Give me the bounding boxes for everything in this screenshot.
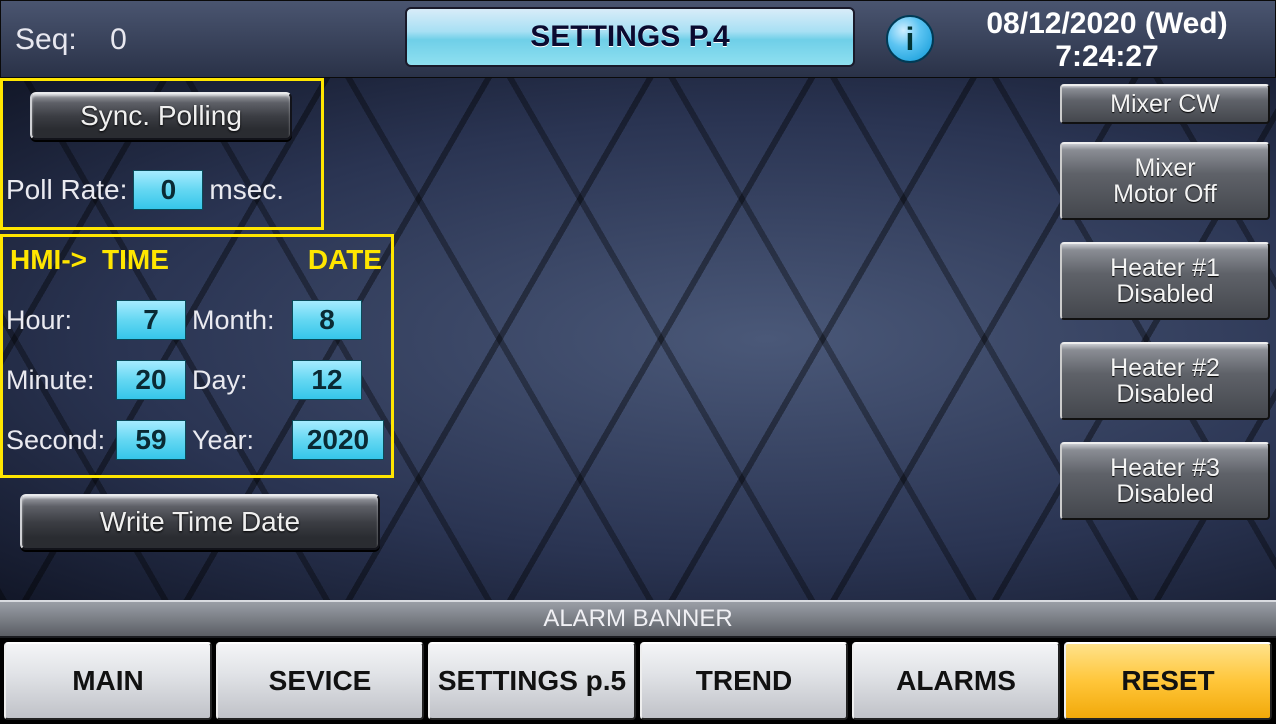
minute-input[interactable]: 20 xyxy=(116,360,186,400)
hdr-time: TIME xyxy=(102,244,222,276)
poll-rate-unit: msec. xyxy=(209,174,284,206)
heater1-button[interactable]: Heater #1 Disabled xyxy=(1060,242,1270,320)
year-label: Year: xyxy=(192,425,286,456)
info-icon[interactable]: i xyxy=(886,15,934,63)
day-input[interactable]: 12 xyxy=(292,360,362,400)
info-glyph: i xyxy=(906,21,915,58)
nav-main[interactable]: MAIN xyxy=(4,642,212,720)
mixer-motor-line1: Mixer xyxy=(1134,155,1195,181)
heater3-line1: Heater #3 xyxy=(1110,455,1220,481)
bottom-nav: MAIN SEVICE SETTINGS p.5 TREND ALARMS RE… xyxy=(0,638,1276,724)
alarm-banner[interactable]: ALARM BANNER xyxy=(0,600,1276,638)
nav-reset[interactable]: RESET xyxy=(1064,642,1272,720)
heater2-button[interactable]: Heater #2 Disabled xyxy=(1060,342,1270,420)
write-time-date-button[interactable]: Write Time Date xyxy=(20,494,380,550)
hour-label: Hour: xyxy=(6,305,110,336)
date-text: 08/12/2020 (Wed) xyxy=(957,7,1257,40)
heater1-line1: Heater #1 xyxy=(1110,255,1220,281)
sync-polling-button[interactable]: Sync. Polling xyxy=(30,92,292,140)
header-bar: Seq: 0 SETTINGS P.4 i 08/12/2020 (Wed) 7… xyxy=(0,0,1276,78)
second-label: Second: xyxy=(6,425,110,456)
hdr-date: DATE xyxy=(222,244,390,276)
seq-label: Seq: xyxy=(15,23,77,57)
seq-value: 0 xyxy=(110,23,127,57)
page-title: SETTINGS P.4 xyxy=(405,7,855,67)
second-input[interactable]: 59 xyxy=(116,420,186,460)
mixer-cw-button[interactable]: Mixer CW xyxy=(1060,84,1270,124)
nav-settings-p5[interactable]: SETTINGS p.5 xyxy=(428,642,636,720)
time-text: 7:24:27 xyxy=(957,40,1257,73)
poll-rate-row: Poll Rate: 0 msec. xyxy=(6,170,284,210)
heater2-line1: Heater #2 xyxy=(1110,355,1220,381)
nav-trend[interactable]: TREND xyxy=(640,642,848,720)
mixer-motor-button[interactable]: Mixer Motor Off xyxy=(1060,142,1270,220)
hdr-hmi: HMI-> xyxy=(10,244,102,276)
heater3-button[interactable]: Heater #3 Disabled xyxy=(1060,442,1270,520)
nav-service[interactable]: SEVICE xyxy=(216,642,424,720)
month-input[interactable]: 8 xyxy=(292,300,362,340)
heater2-line2: Disabled xyxy=(1116,381,1213,407)
day-label: Day: xyxy=(192,365,286,396)
poll-rate-input[interactable]: 0 xyxy=(133,170,203,210)
minute-label: Minute: xyxy=(6,365,110,396)
time-grid: Hour: 7 Month: 8 Minute: 20 Day: 12 Seco… xyxy=(6,290,390,470)
poll-rate-label: Poll Rate: xyxy=(6,174,127,206)
month-label: Month: xyxy=(192,305,286,336)
seq-display: Seq: 0 xyxy=(15,23,127,57)
heater3-line2: Disabled xyxy=(1116,481,1213,507)
mixer-motor-line2: Motor Off xyxy=(1113,181,1217,207)
time-headers: HMI-> TIME DATE xyxy=(10,244,390,276)
heater1-line2: Disabled xyxy=(1116,281,1213,307)
datetime-display: 08/12/2020 (Wed) 7:24:27 xyxy=(957,7,1257,73)
hour-input[interactable]: 7 xyxy=(116,300,186,340)
nav-alarms[interactable]: ALARMS xyxy=(852,642,1060,720)
year-input[interactable]: 2020 xyxy=(292,420,384,460)
right-button-column: Mixer CW Mixer Motor Off Heater #1 Disab… xyxy=(1060,84,1270,542)
